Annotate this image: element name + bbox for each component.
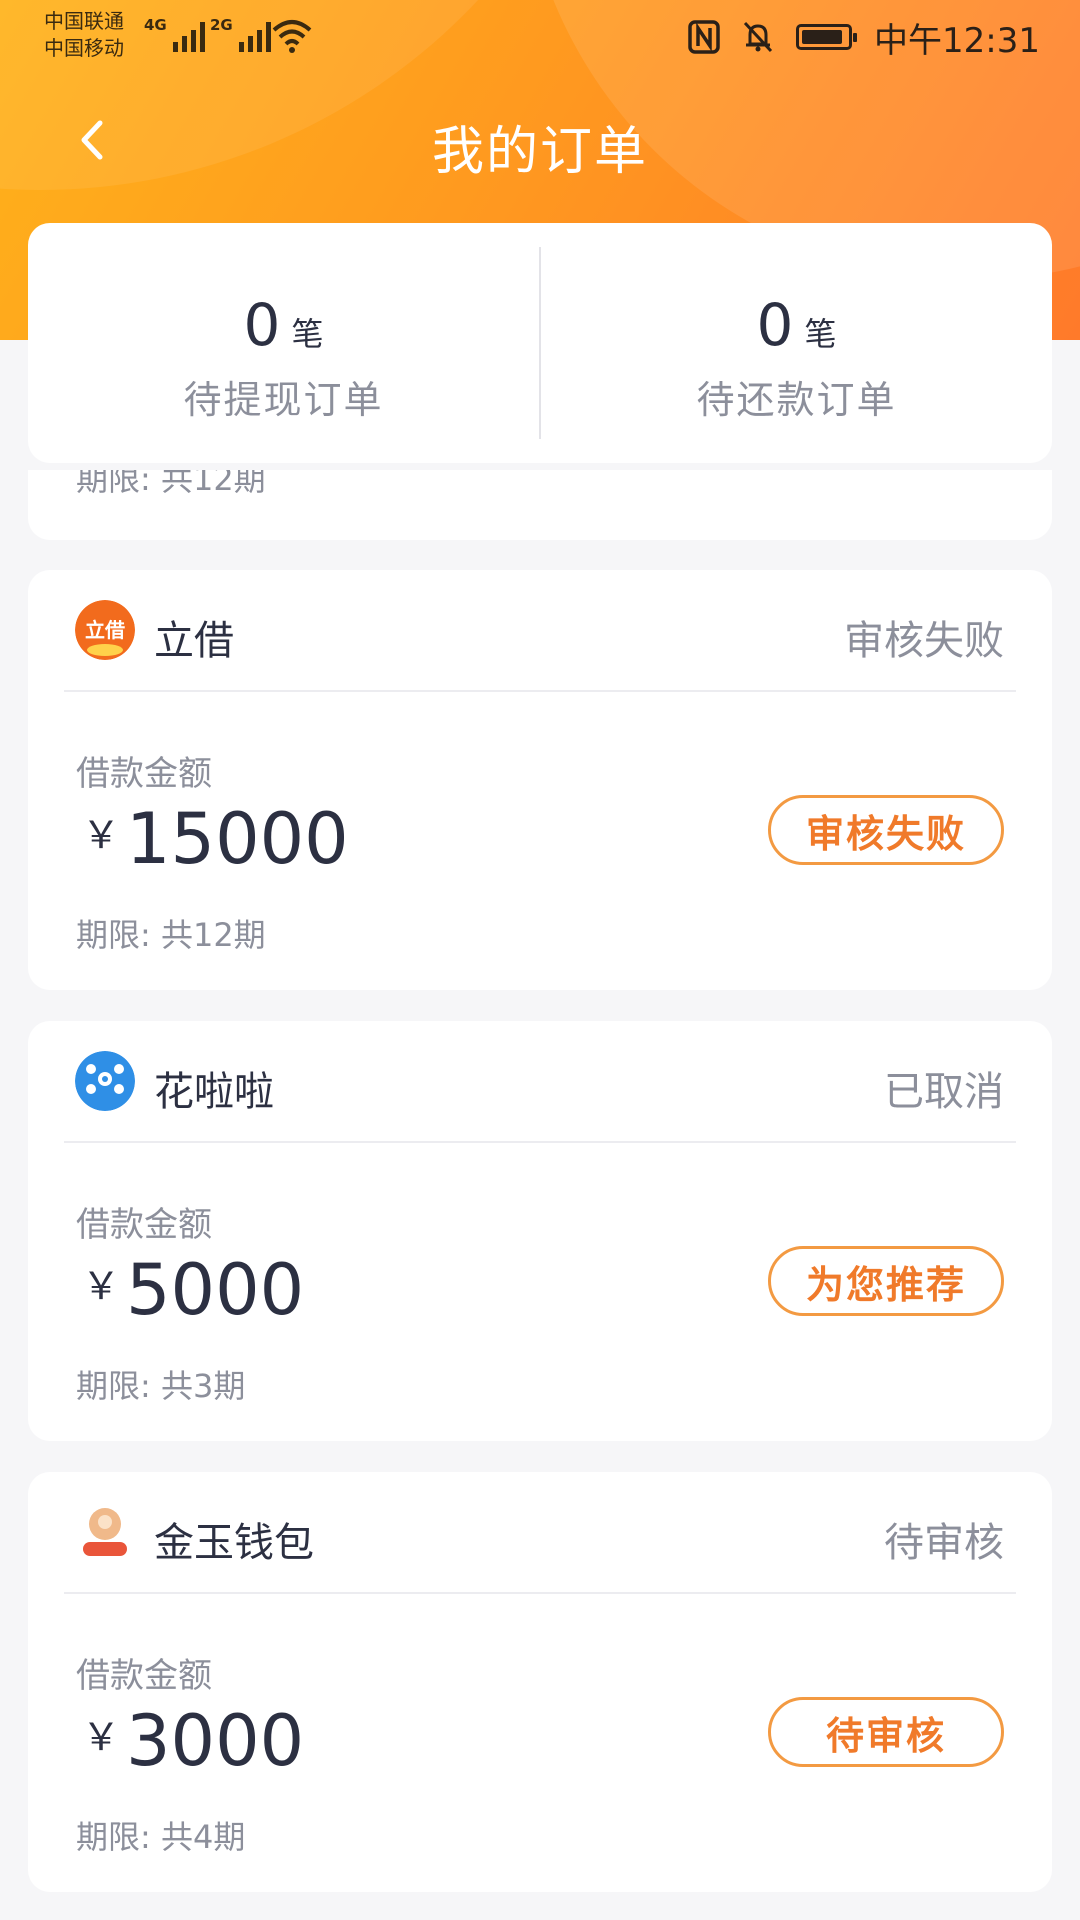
currency-symbol: ￥: [82, 1715, 121, 1759]
currency-symbol: ￥: [82, 813, 121, 857]
signal-icon: 2G: [210, 16, 271, 52]
pending-repay-summary[interactable]: 0 笔 待还款订单: [541, 223, 1052, 463]
navigation-bar: 我的订单: [0, 95, 1080, 190]
order-card[interactable]: 花啦啦 已取消 借款金额 ￥5000 期限: 共3期 为您推荐: [28, 1021, 1052, 1441]
order-card-header: 花啦啦 已取消: [28, 1021, 1052, 1141]
order-status: 待审核: [884, 1520, 1004, 1566]
signal-icon: 4G: [144, 16, 205, 52]
pending-repay-label: 待还款订单: [696, 378, 897, 422]
network-type-2: 2G: [210, 16, 233, 34]
carrier-1: 中国联通: [44, 9, 124, 33]
order-card-partial[interactable]: 期限: 共12期: [28, 470, 1052, 540]
svg-text:立借: 立借: [85, 618, 125, 642]
lender-name: 立借: [154, 618, 234, 664]
network-type-1: 4G: [144, 16, 167, 34]
jinyu-wallet-logo-icon: [75, 1502, 135, 1562]
bell-off-icon: [743, 21, 773, 53]
pending-withdraw-summary[interactable]: 0 笔 待提现订单: [28, 223, 539, 463]
pending-withdraw-count: 0: [243, 291, 281, 359]
lender-name: 花啦啦: [154, 1069, 274, 1115]
nfc-icon: [688, 20, 720, 54]
order-summary-card: 0 笔 待提现订单 0 笔 待还款订单: [28, 223, 1052, 463]
loan-amount-label: 借款金额: [76, 1656, 212, 1696]
wifi-icon: [272, 20, 312, 53]
order-term: 期限: 共12期: [76, 916, 266, 954]
loan-amount-label: 借款金额: [76, 754, 212, 794]
carrier-2: 中国移动: [44, 36, 124, 60]
count-unit: 笔: [804, 315, 837, 353]
lender-name: 金玉钱包: [154, 1520, 314, 1566]
order-action-button[interactable]: 为您推荐: [768, 1246, 1004, 1316]
battery-icon: [796, 24, 858, 50]
order-term: 期限: 共12期: [76, 470, 266, 498]
loan-amount-value: 5000: [126, 1249, 305, 1331]
order-card-header: 立借 立借 审核失败: [28, 570, 1052, 690]
loan-amount: ￥5000: [82, 1249, 304, 1331]
pending-withdraw-label: 待提现订单: [183, 378, 384, 422]
order-status: 审核失败: [844, 618, 1004, 664]
order-card[interactable]: 立借 立借 审核失败 借款金额 ￥15000 期限: 共12期 审核失败: [28, 570, 1052, 990]
order-action-button[interactable]: 审核失败: [768, 795, 1004, 865]
loan-amount-value: 3000: [126, 1700, 305, 1782]
loan-amount: ￥15000: [82, 798, 349, 880]
order-card[interactable]: 金玉钱包 待审核 借款金额 ￥3000 期限: 共4期 待审核: [28, 1472, 1052, 1892]
divider: [64, 1592, 1016, 1594]
lijie-logo-icon: 立借: [75, 600, 135, 660]
order-card-header: 金玉钱包 待审核: [28, 1472, 1052, 1592]
carrier-names: 中国联通 中国移动: [44, 8, 124, 62]
hualala-logo-icon: [75, 1051, 135, 1111]
order-term: 期限: 共3期: [76, 1367, 246, 1405]
page-title: 我的订单: [431, 122, 648, 182]
currency-symbol: ￥: [82, 1264, 121, 1308]
divider: [64, 1141, 1016, 1143]
clock: 中午12:31: [874, 20, 1040, 61]
order-term: 期限: 共4期: [76, 1818, 246, 1856]
divider: [64, 690, 1016, 692]
order-status: 已取消: [884, 1069, 1004, 1115]
status-bar: 中国联通 中国移动 4G 2G 中午12:31: [0, 0, 1080, 72]
loan-amount-label: 借款金额: [76, 1205, 212, 1245]
loan-amount: ￥3000: [82, 1700, 304, 1782]
pending-repay-count: 0: [756, 291, 794, 359]
loan-amount-value: 15000: [126, 798, 349, 880]
order-action-button[interactable]: 待审核: [768, 1697, 1004, 1767]
count-unit: 笔: [291, 315, 324, 353]
